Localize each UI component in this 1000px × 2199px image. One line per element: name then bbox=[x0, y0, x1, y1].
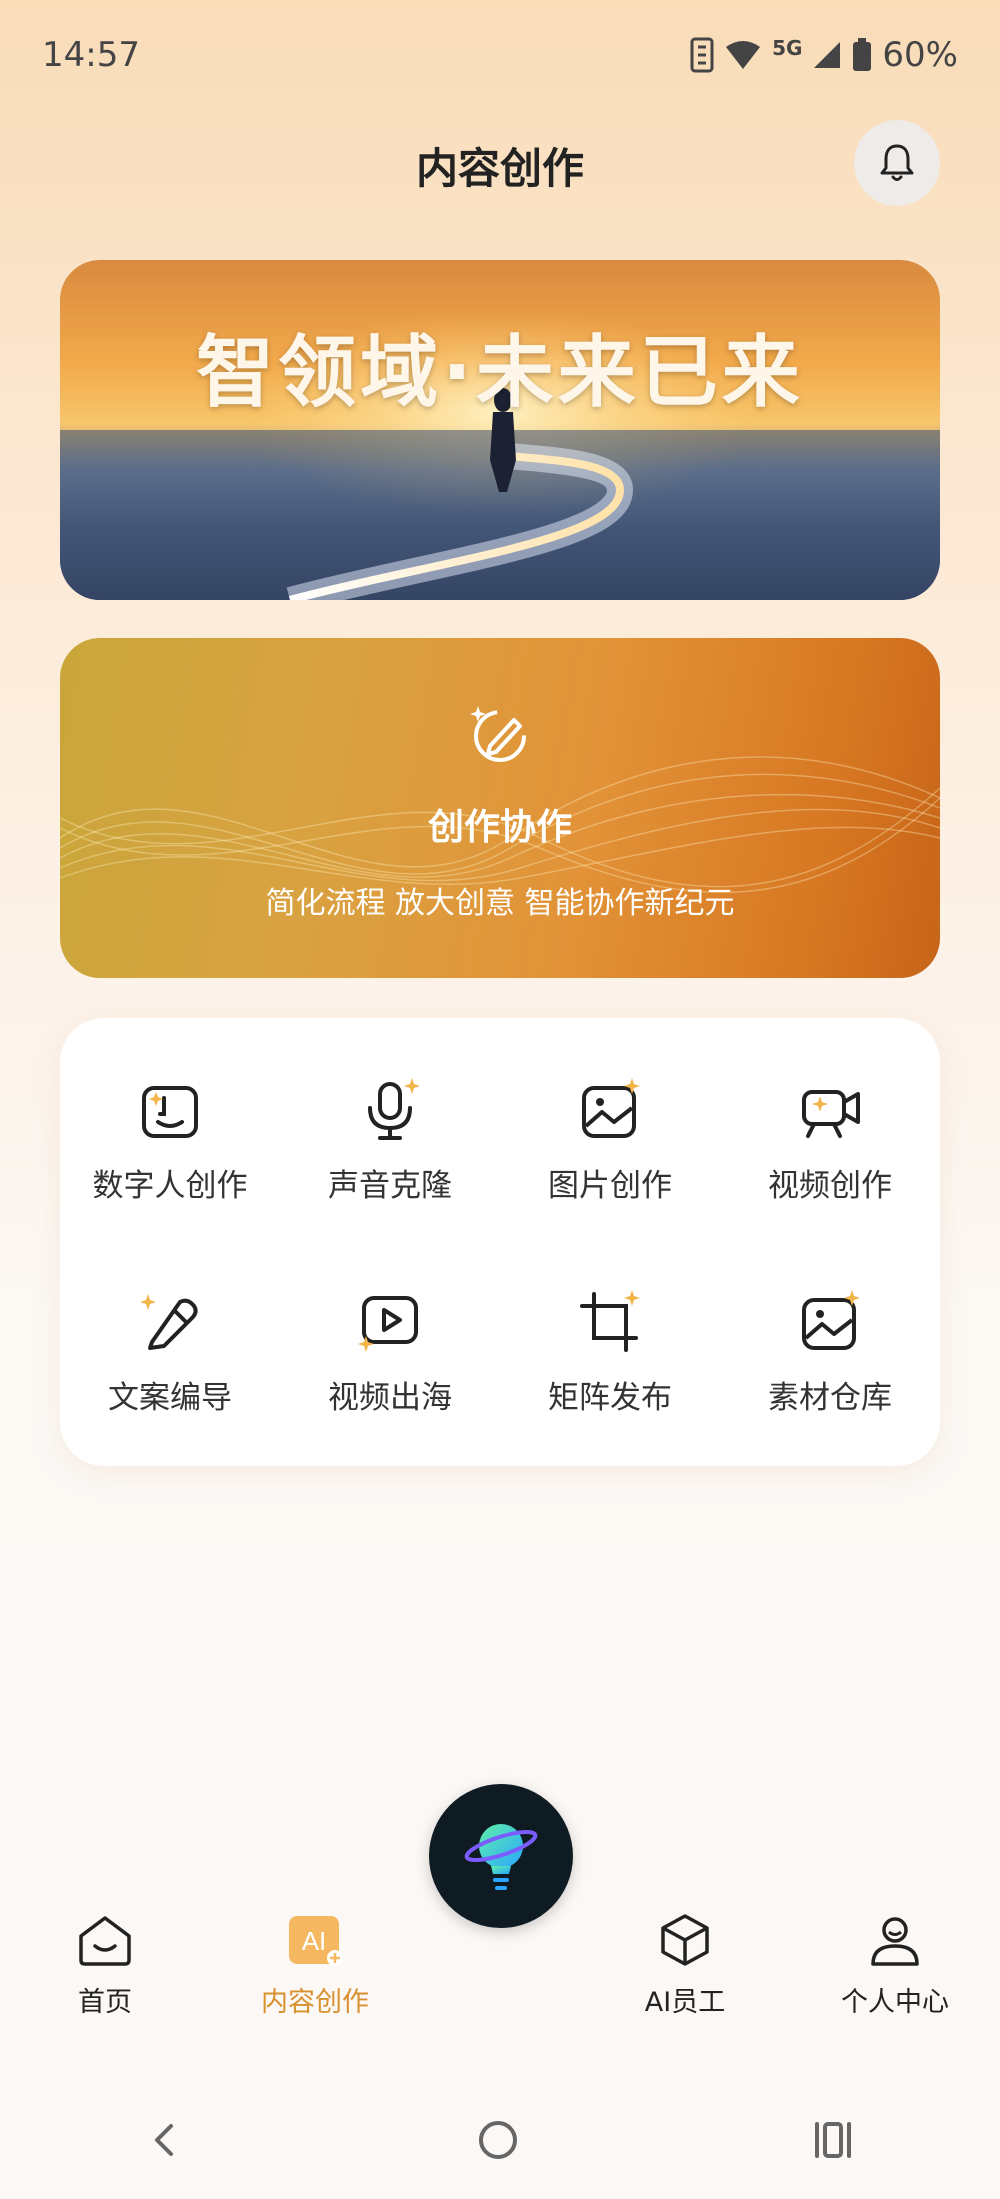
bottom-tab-bar: 首页 AI 内容创作 AI员工 个人中心 bbox=[0, 1910, 1000, 2040]
lightbulb-planet-icon bbox=[464, 1824, 538, 1890]
cube-icon bbox=[661, 1914, 709, 1966]
user-icon bbox=[871, 1917, 919, 1966]
feature-label: 素材仓库 bbox=[768, 1380, 892, 1416]
image-library-icon bbox=[802, 1290, 860, 1350]
collab-title: 创作协作 bbox=[427, 807, 572, 848]
feature-image-create[interactable]: 图片创作 bbox=[500, 1024, 720, 1236]
video-play-icon bbox=[358, 1296, 418, 1352]
tab-label: 首页 bbox=[78, 1987, 132, 2018]
banner-headline: 智领域·未来已来 bbox=[196, 328, 804, 418]
feature-label: 图片创作 bbox=[548, 1168, 672, 1204]
notification-button[interactable] bbox=[854, 120, 940, 206]
feature-digital-human[interactable]: 数字人创作 bbox=[60, 1024, 280, 1236]
feature-label: 文案编导 bbox=[108, 1380, 232, 1416]
digital-human-icon bbox=[142, 1086, 198, 1138]
home-circle-icon[interactable] bbox=[476, 2118, 520, 2162]
page-title: 内容创作 bbox=[415, 144, 584, 193]
promo-banner[interactable]: 智领域·未来已来 bbox=[60, 260, 940, 600]
recent-apps-icon[interactable] bbox=[811, 2120, 855, 2160]
feature-label: 视频出海 bbox=[328, 1380, 452, 1416]
feature-label: 视频创作 bbox=[768, 1168, 892, 1204]
ai-assistant-button[interactable] bbox=[429, 1784, 573, 1928]
network-type: 5G bbox=[772, 36, 803, 60]
tab-home[interactable]: 首页 bbox=[5, 1910, 205, 2019]
nfc-icon bbox=[690, 37, 714, 73]
feature-asset-library[interactable]: 素材仓库 bbox=[720, 1236, 940, 1448]
tab-label: 内容创作 bbox=[261, 1987, 369, 2018]
feature-label: 数字人创作 bbox=[92, 1168, 248, 1204]
collab-subtitle: 简化流程 放大创意 智能协作新纪元 bbox=[265, 886, 735, 921]
feature-label: 声音克隆 bbox=[328, 1168, 452, 1204]
microphone-icon bbox=[368, 1078, 420, 1140]
tab-profile[interactable]: 个人中心 bbox=[795, 1910, 995, 2019]
back-icon[interactable] bbox=[145, 2120, 185, 2160]
status-icons: 5G 60% bbox=[690, 35, 958, 75]
image-icon bbox=[582, 1078, 640, 1138]
crop-matrix-icon bbox=[580, 1290, 640, 1352]
video-camera-icon bbox=[802, 1090, 860, 1138]
tab-content-create[interactable]: AI 内容创作 bbox=[215, 1910, 415, 2019]
status-bar: 14:57 5G 60% bbox=[0, 0, 1000, 110]
status-time: 14:57 bbox=[42, 35, 140, 75]
feature-video-overseas[interactable]: 视频出海 bbox=[280, 1236, 500, 1448]
feature-matrix-publish[interactable]: 矩阵发布 bbox=[500, 1236, 720, 1448]
tab-label: AI员工 bbox=[644, 1987, 726, 2018]
signal-icon bbox=[814, 42, 841, 68]
tab-label: 个人中心 bbox=[841, 1987, 949, 2018]
feature-voice-clone[interactable]: 声音克隆 bbox=[280, 1024, 500, 1236]
battery-icon bbox=[853, 38, 872, 71]
feature-label: 矩阵发布 bbox=[548, 1380, 672, 1416]
feature-video-create[interactable]: 视频创作 bbox=[720, 1024, 940, 1236]
svg-text:AI: AI bbox=[302, 1926, 327, 1956]
feature-grid-card: 数字人创作 声音克隆 图片创作 视频创作 文案编导 视频出海 矩阵发布 素材仓库 bbox=[60, 1018, 940, 1466]
tab-ai-staff[interactable]: AI员工 bbox=[585, 1910, 785, 2019]
creative-pen-icon bbox=[470, 706, 526, 762]
battery-level: 60% bbox=[882, 35, 958, 75]
ai-create-icon: AI bbox=[289, 1916, 343, 1966]
home-icon bbox=[79, 1916, 131, 1966]
bell-icon bbox=[880, 144, 914, 181]
system-nav-bar bbox=[0, 2100, 1000, 2180]
collab-card[interactable]: 创作协作 简化流程 放大创意 智能协作新纪元 bbox=[60, 638, 940, 978]
wifi-icon bbox=[726, 41, 761, 69]
feature-copywriting[interactable]: 文案编导 bbox=[60, 1236, 280, 1448]
pen-edit-icon bbox=[140, 1294, 198, 1350]
